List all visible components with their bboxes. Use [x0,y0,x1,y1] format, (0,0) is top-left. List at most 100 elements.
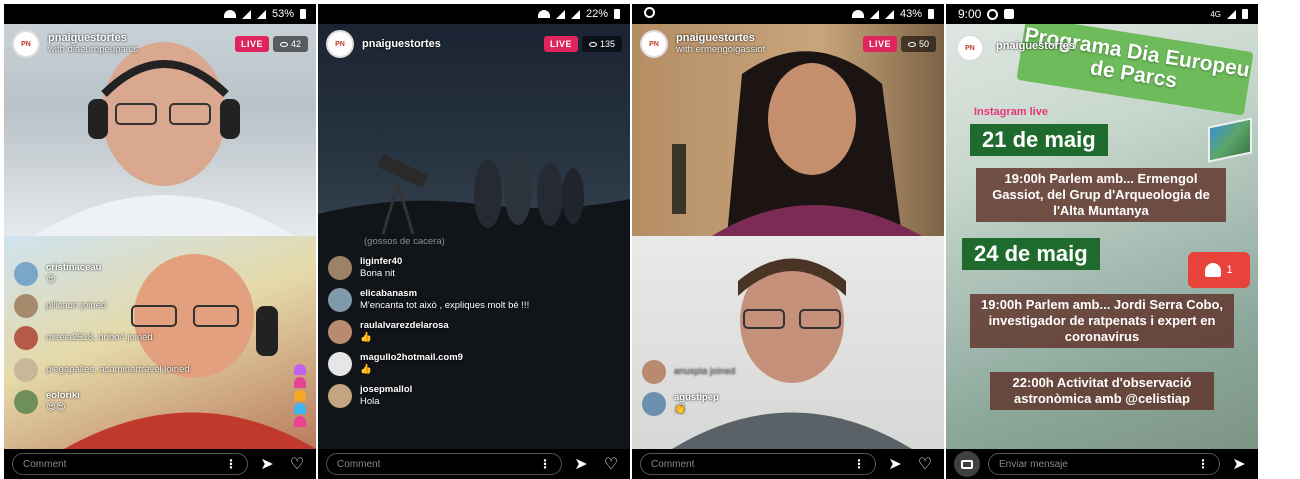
guest-username: with ermengolgassiot [676,44,766,55]
signal-icon [241,9,251,19]
live-screen-3: 43% PN pnaiguestortes with ermengolgassi… [632,4,944,479]
more-options-icon[interactable]: ⋮ [853,457,865,471]
signal-icon [884,9,894,19]
list-item: pilicaun joined [14,294,306,318]
viewer-count[interactable]: 135 [581,36,622,52]
viewer-count[interactable]: 42 [272,36,308,52]
like-reaction: 1 [1188,252,1250,288]
comment-input[interactable]: Comment ⋮ [640,453,876,475]
list-item: liginfer40 Bona nit [328,256,620,280]
avatar[interactable] [328,320,352,344]
comment-list: anuspia joined agustipep 👏 [642,360,934,424]
avatar[interactable] [328,256,352,280]
signal-icon [570,9,580,19]
eye-icon [279,41,288,47]
heart-icon [294,416,306,427]
host-username[interactable]: pnaiguestortes [48,32,235,44]
floating-hearts [294,364,306,427]
live-badge: LIVE [543,36,578,52]
faded-comment: (gossos de cacera) [364,236,445,247]
event-description: 22:00h Activitat d'observació astronòmic… [990,372,1214,410]
more-options-icon[interactable]: ⋮ [225,457,237,471]
avatar[interactable] [642,360,666,384]
status-bar: 43% [632,4,944,24]
avatar[interactable] [14,390,38,414]
heart-icon[interactable]: ♡ [914,453,936,475]
avatar[interactable]: PN [12,30,40,58]
heart-icon[interactable]: ♡ [600,453,622,475]
battery-level: 22% [585,8,608,20]
live-badge: LIVE [862,36,897,52]
signal-icon [869,9,879,19]
host-username[interactable]: pnaiguestortes [676,32,863,44]
more-options-icon[interactable]: ⋮ [539,457,551,471]
event-description: 19:00h Parlem amb... Ermengol Gassiot, d… [976,168,1226,222]
status-bar: 9:00 4G [946,4,1258,24]
avatar[interactable] [14,326,38,350]
list-item: eoloriki 😍😍 [14,390,306,414]
battery-icon [928,9,934,19]
comment-bar: Comment ⋮ ➤ ♡ [632,449,944,479]
signal-icon [1227,9,1236,19]
wifi-icon [537,10,550,18]
status-bar: 22% [318,4,630,24]
signal-icon [256,9,266,19]
comment-list: cristinaceau 😍 pilicaun joined mireia2518… [14,262,306,422]
send-icon[interactable]: ➤ [256,453,278,475]
viewer-count[interactable]: 50 [900,36,936,52]
avatar[interactable]: PN [640,30,668,58]
list-item: agustipep 👏 [642,392,934,416]
more-options-icon[interactable]: ⋮ [1197,457,1209,471]
eye-icon [588,41,597,47]
battery-icon [1242,9,1248,19]
clock: 9:00 [958,7,982,21]
avatar[interactable]: PN [956,34,984,62]
avatar[interactable] [14,294,38,318]
live-header: PN pnaiguestortes LIVE 135 [326,30,622,58]
event-poster: Programa Dia Europeu de Parcs Instagram … [946,24,1258,449]
avatar[interactable] [14,358,38,382]
story-username[interactable]: pnaiguestortes [996,40,1075,52]
eye-icon [907,41,916,47]
avatar[interactable] [328,384,352,408]
list-item: cristinaceau 😍 [14,262,306,286]
comment-input[interactable]: Comment ⋮ [12,453,248,475]
avatar[interactable] [328,352,352,376]
avatar[interactable] [14,262,38,286]
send-icon[interactable]: ➤ [570,453,592,475]
comment-input[interactable]: Comment ⋮ [326,453,562,475]
heart-icon [1205,263,1222,277]
avatar[interactable] [642,392,666,416]
live-screen-2: 22% PN pnaiguestortes LIVE 135 (gossos d… [318,4,630,479]
date-label: 24 de maig [962,238,1100,270]
list-item: anuspia joined [642,360,934,384]
live-screen-1: 53% PN pnaiguestortes with diaeuropeupar… [4,4,316,479]
message-input[interactable]: Enviar mensaje ⋮ [988,453,1220,475]
list-item: josepmallol Hola [328,384,620,408]
battery-icon [614,9,620,19]
facebook-icon [1004,9,1015,19]
send-icon[interactable]: ➤ [1228,453,1250,475]
list-item: plegapalles, acaminartravel joined [14,358,306,382]
list-item: elicabanasm M'encanta tot això , explique… [328,288,620,312]
heart-icon [294,390,306,401]
date-label: 21 de maig [970,124,1108,156]
battery-level: 53% [271,8,294,20]
heart-icon [294,403,306,414]
camera-icon[interactable] [954,451,980,477]
avatar[interactable] [328,288,352,312]
live-header: PN pnaiguestortes with ermengolgassiot L… [640,30,936,58]
battery-level: 43% [899,8,922,20]
event-description: 19:00h Parlem amb... Jordi Serra Cobo, i… [970,294,1234,348]
message-bar: Enviar mensaje ⋮ ➤ [946,449,1258,479]
avatar[interactable]: PN [326,30,354,58]
heart-icon [294,377,306,388]
wifi-icon [851,10,864,18]
send-icon[interactable]: ➤ [884,453,906,475]
host-username[interactable]: pnaiguestortes [362,38,544,50]
park-logo [1208,117,1252,163]
heart-icon[interactable]: ♡ [286,453,308,475]
whatsapp-icon [987,8,999,20]
list-item: mireia2518, dribo4 joined [14,326,306,350]
heart-icon [294,364,306,375]
